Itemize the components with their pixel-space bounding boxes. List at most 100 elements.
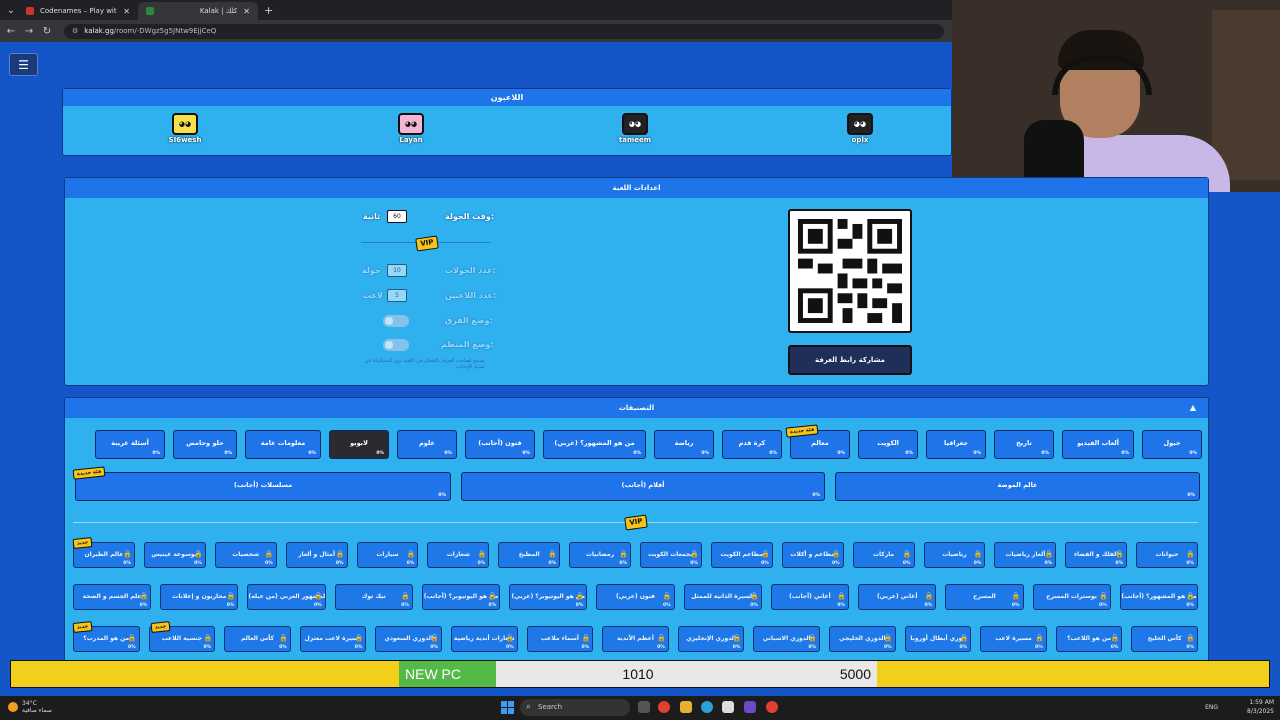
forward-icon[interactable]: → bbox=[22, 26, 36, 37]
vip-category-button[interactable]: مطاعم الكويت 🔒 0% bbox=[710, 542, 773, 568]
vip-category-button[interactable]: دوري أبطال أوروبا 🔒 0% bbox=[904, 626, 972, 652]
language-indicator[interactable]: ENG bbox=[1205, 704, 1218, 711]
category-button[interactable]: عالم الموضة 0% bbox=[835, 472, 1200, 501]
category-button[interactable]: حلو وحامض 0% bbox=[173, 430, 237, 459]
player-card[interactable]: ◕◕ Layan bbox=[381, 113, 441, 144]
host-mode-toggle[interactable] bbox=[383, 339, 409, 351]
vip-category-button[interactable]: الدوري الخليجي 🔒 0% bbox=[829, 626, 896, 652]
vip-category-button[interactable]: مسيرة لاعب 🔒 0% bbox=[980, 626, 1047, 652]
vip-category-button[interactable]: من هو اليوتيوبر؟ (عربي) 🔒 0% bbox=[509, 584, 588, 610]
player-card[interactable]: ◕◕ tameem bbox=[605, 113, 665, 144]
category-button[interactable]: أفلام (أجانب) 0% bbox=[461, 472, 825, 501]
clock[interactable]: 1:59 AM 8/3/2025 bbox=[1247, 698, 1274, 716]
tab-menu-icon[interactable]: ⌄ bbox=[4, 5, 18, 16]
vip-category-button[interactable]: المطبخ 🔒 0% bbox=[498, 542, 561, 568]
vip-category-button[interactable]: أغاني (أجانب) 🔒 0% bbox=[770, 584, 850, 610]
vip-category-button[interactable]: أسماء ملاعب 🔒 0% bbox=[526, 626, 594, 652]
vip-category-button[interactable]: سيارات 🔒 0% bbox=[356, 542, 419, 568]
chevron-up-icon[interactable]: ▲ bbox=[1190, 398, 1196, 418]
tab-codenames[interactable]: Codenames – Play with your Fr ✕ bbox=[18, 2, 138, 20]
category-button[interactable]: لابوبو 0% bbox=[329, 430, 389, 459]
vip-category-button[interactable]: بوسترات المسرح 🔒 0% bbox=[1032, 584, 1111, 610]
category-button[interactable]: علوم 0% bbox=[397, 430, 457, 459]
vip-category-button[interactable]: أعظم الأندية 🔒 0% bbox=[602, 626, 669, 652]
vip-category-button[interactable]: من هو اليوتيوبر؟ (أجانب) 🔒 0% bbox=[421, 584, 501, 610]
category-button[interactable]: معلومات عامة 0% bbox=[245, 430, 321, 459]
category-label: شخصيات bbox=[232, 551, 260, 558]
vip-category-button[interactable]: من هو المشهور؟ (أجانب) 🔒 0% bbox=[1119, 584, 1198, 610]
vip-category-button[interactable]: الدوري الاسباني 🔒 0% bbox=[753, 626, 820, 652]
category-button[interactable]: فنون (أجانب) 0% bbox=[465, 430, 535, 459]
category-button[interactable]: جغرافيا 0% bbox=[926, 430, 986, 459]
back-icon[interactable]: ← bbox=[4, 26, 18, 37]
vip-category-button[interactable]: من هو المشهور العربي (من عيله)🔒0% bbox=[247, 584, 326, 610]
category-button[interactable]: تاريخ 0% bbox=[994, 430, 1054, 459]
menu-button[interactable]: ☰ bbox=[9, 53, 38, 76]
vip-category-button[interactable]: الفلك و الفضاء 🔒 0% bbox=[1065, 542, 1128, 568]
vip-category-button[interactable]: ماركات 🔒 0% bbox=[852, 542, 915, 568]
vip-category-button[interactable]: الدوري السعودي 🔒 0% bbox=[375, 626, 442, 652]
new-tab-button[interactable]: + bbox=[258, 4, 279, 17]
vip-category-button[interactable]: مجمعات الكويت 🔒 0% bbox=[640, 542, 702, 568]
player-card[interactable]: ◕◕ SI6wesh bbox=[155, 113, 215, 144]
category-progress: 0% bbox=[581, 645, 590, 650]
share-room-link-button[interactable]: مشاركة رابط الغرفة bbox=[788, 345, 912, 375]
vip-category-button[interactable]: المسرح 🔒 0% bbox=[945, 584, 1024, 610]
vip-category-button[interactable]: مطاعم و أكلات 🔒 0% bbox=[781, 542, 844, 568]
vip-category-button[interactable]: السيرة الذاتية للممثل 🔒 0% bbox=[683, 584, 762, 610]
vip-category-button[interactable]: من هو اللاعب؟ 🔒 0% bbox=[1055, 626, 1123, 652]
close-icon[interactable]: ✕ bbox=[243, 7, 250, 16]
vip-category-button[interactable]: رياضيات 🔒 0% bbox=[923, 542, 986, 568]
chrome-icon[interactable] bbox=[766, 701, 778, 713]
category-progress: 0% bbox=[522, 451, 530, 456]
vip-category-button[interactable]: علم الجسم و الصحة 🔒 0% bbox=[73, 584, 152, 610]
vip-category-button[interactable]: فنون (عربي) 🔒 0% bbox=[596, 584, 675, 610]
category-button[interactable]: كرة قدم 0% bbox=[722, 430, 782, 459]
teams-mode-toggle[interactable] bbox=[383, 315, 409, 327]
taskbar-search[interactable]: Search bbox=[520, 699, 630, 716]
reload-icon[interactable]: ↻ bbox=[40, 26, 54, 37]
vip-category-button[interactable]: تيك توك 🔒 0% bbox=[334, 584, 413, 610]
vip-category-button[interactable]: كأس الخليج 🔒 0% bbox=[1131, 626, 1198, 652]
browser-app-icon[interactable] bbox=[658, 701, 670, 713]
url-field[interactable]: ⚙ kalak.gg /room/-DWgz5g5JNtw9EjjCeQ bbox=[64, 23, 944, 39]
category-button[interactable]: من هو المشهور؟ (عربي) 0% bbox=[543, 430, 646, 459]
vip-category-button[interactable]: شخصيات 🔒 0% bbox=[214, 542, 277, 568]
tab-kalak[interactable]: Kalak | كلك ✕ bbox=[138, 2, 258, 20]
vip-category-button[interactable]: أغاني (عربي) 🔒 0% bbox=[858, 584, 937, 610]
category-button[interactable]: خيول 0% bbox=[1142, 430, 1202, 459]
players-count-select[interactable]: 5 bbox=[387, 289, 407, 302]
file-explorer-icon[interactable] bbox=[680, 701, 692, 713]
category-button[interactable]: الكويت 0% bbox=[858, 430, 918, 459]
webcam-shelf bbox=[1212, 10, 1280, 180]
category-button[interactable]: ألعاب الفيديو 0% bbox=[1062, 430, 1134, 459]
category-button[interactable]: رياضة 0% bbox=[654, 430, 714, 459]
vip-category-button[interactable]: أمثال و ألغاز 🔒 0% bbox=[285, 542, 348, 568]
site-info-icon[interactable]: ⚙ bbox=[72, 27, 78, 35]
vip-category-button[interactable]: كأس العالم 🔒 0% bbox=[224, 626, 291, 652]
rounds-select[interactable]: 10 bbox=[387, 264, 407, 277]
vip-category-button[interactable]: شعارات 🔒 0% bbox=[427, 542, 490, 568]
vip-category-button[interactable]: شعارات أندية رياضية 🔒 0% bbox=[451, 626, 518, 652]
close-icon[interactable]: ✕ bbox=[123, 7, 130, 16]
store-icon[interactable] bbox=[722, 701, 734, 713]
weather-widget[interactable]: 34°C سماء صافية bbox=[8, 700, 52, 714]
vip-category-button[interactable]: الدوري الإنجليزي 🔒 0% bbox=[677, 626, 745, 652]
vip-category-button[interactable]: مسيرة لاعب معتزل 🔒 0% bbox=[299, 626, 367, 652]
stream-app-icon[interactable] bbox=[744, 701, 756, 713]
player-card[interactable]: ◕◕ oplx bbox=[830, 113, 890, 144]
category-button[interactable]: مسلسلات (أجانب) 0% bbox=[75, 472, 451, 501]
round-time-select[interactable]: 60 bbox=[387, 210, 407, 223]
windows-start-icon[interactable] bbox=[501, 701, 514, 714]
vip-category-button[interactable]: موسوعة غينيس 🔒 0% bbox=[143, 542, 206, 568]
vip-category-button[interactable]: رمضانيات 🔒 0% bbox=[569, 542, 631, 568]
vip-category-button[interactable]: ألغاز رياضيات 🔒 0% bbox=[994, 542, 1057, 568]
vip-category-button[interactable]: حيوانات 🔒 0% bbox=[1136, 542, 1198, 568]
categories-header[interactable]: التصنيفات ▲ bbox=[65, 398, 1208, 418]
category-label: عالم الطيران bbox=[84, 551, 124, 558]
category-button[interactable]: أسئلة غريبة 0% bbox=[95, 430, 165, 459]
edge-icon[interactable] bbox=[701, 701, 713, 713]
vip-category-button[interactable]: محاربون و إعلانات 🔒 0% bbox=[160, 584, 239, 610]
task-view-icon[interactable] bbox=[638, 701, 650, 713]
room-qr-code bbox=[788, 209, 912, 333]
